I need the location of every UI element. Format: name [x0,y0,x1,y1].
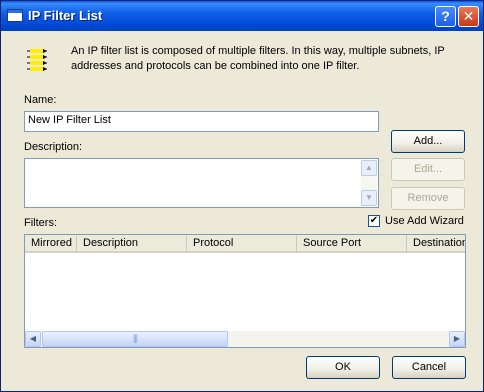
ok-button[interactable]: OK [306,356,380,379]
column-header-protocol[interactable]: Protocol [187,235,297,253]
scroll-down-icon[interactable]: ▼ [361,190,377,206]
filters-horizontal-scrollbar[interactable]: ◀ ||| ▶ [25,331,465,347]
description-scrollbar[interactable]: ▲ ▼ [361,160,377,206]
use-add-wizard-label[interactable]: Use Add Wizard [385,215,464,227]
edit-button[interactable]: Edit... [391,158,465,181]
column-header-mirrored[interactable]: Mirrored [25,235,77,253]
intro-text: An IP filter list is composed of multipl… [71,45,445,72]
description-input[interactable] [24,158,379,208]
close-button[interactable]: ✕ [458,6,479,27]
name-label: Name: [24,94,57,106]
scroll-left-icon[interactable]: ◀ [25,331,41,347]
name-input[interactable]: New IP Filter List [24,111,379,132]
scroll-up-icon[interactable]: ▲ [361,160,377,176]
cancel-button[interactable]: Cancel [392,356,466,379]
title-bar[interactable]: IP Filter List ? ✕ [1,1,483,31]
use-add-wizard-checkbox[interactable]: ✔ [368,215,380,227]
scroll-thumb[interactable]: ||| [42,331,228,347]
column-header-description[interactable]: Description [77,235,187,253]
add-button[interactable]: Add... [391,130,465,153]
scroll-right-icon[interactable]: ▶ [449,331,465,347]
filter-list-icon [27,49,47,71]
help-button[interactable]: ? [435,6,456,27]
window-icon [7,9,23,22]
column-header-destination[interactable]: Destination [407,235,465,253]
ip-filter-list-dialog: IP Filter List ? ✕ An IP filter list is … [0,0,484,392]
window-title: IP Filter List [28,8,103,23]
column-header-source-port[interactable]: Source Port [297,235,407,253]
description-label: Description: [24,141,83,153]
filters-label: Filters: [24,217,57,229]
filters-list[interactable]: Mirrored Description Protocol Source Por… [24,234,466,348]
remove-button[interactable]: Remove [391,187,465,210]
